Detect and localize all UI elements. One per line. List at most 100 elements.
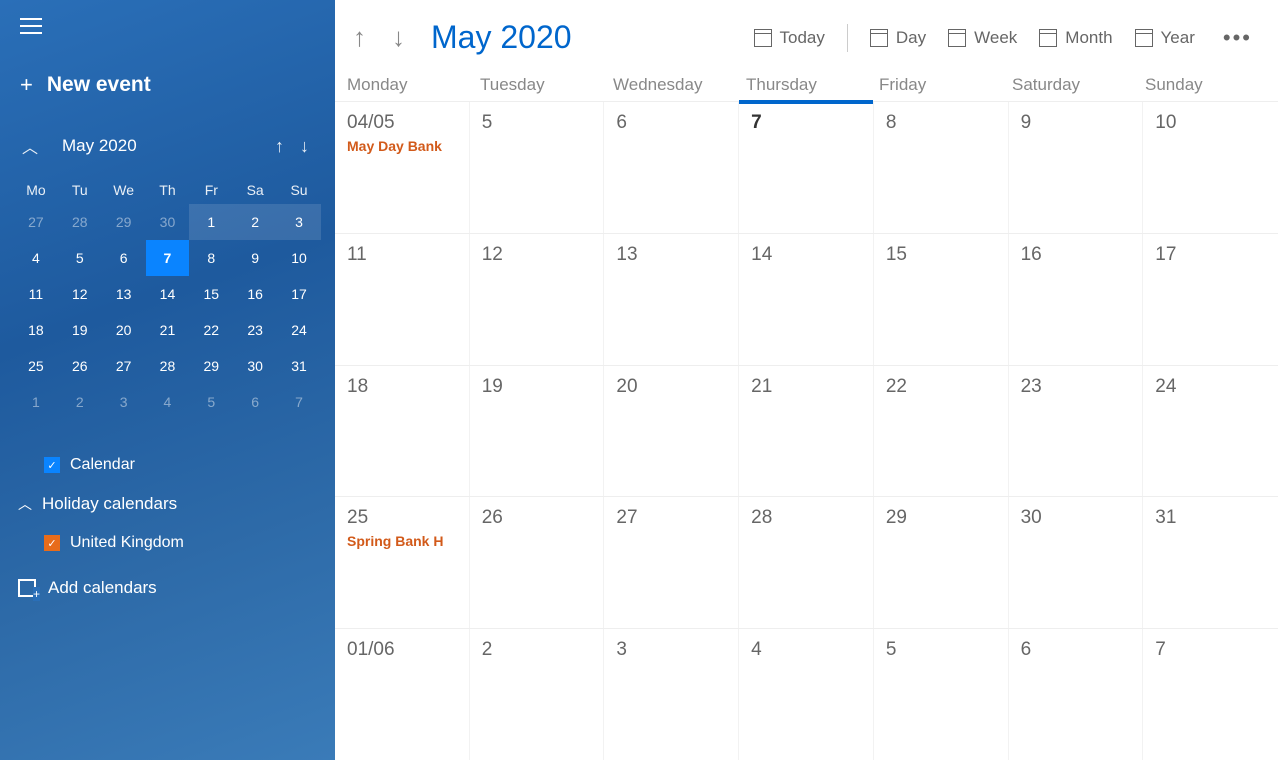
day-cell[interactable]: 26 xyxy=(470,497,605,628)
day-cell[interactable]: 10 xyxy=(1143,102,1278,233)
mini-day-cell[interactable]: 6 xyxy=(102,240,146,276)
mini-day-cell[interactable]: 29 xyxy=(189,348,233,384)
mini-day-cell[interactable]: 1 xyxy=(189,204,233,240)
mini-day-cell[interactable]: 15 xyxy=(189,276,233,312)
calendar-group-holiday[interactable]: ︿ Holiday calendars xyxy=(14,482,321,526)
day-cell[interactable]: 29 xyxy=(874,497,1009,628)
prev-month-icon[interactable]: ↑ xyxy=(345,18,374,57)
hamburger-icon[interactable] xyxy=(20,18,42,34)
mini-day-cell[interactable]: 13 xyxy=(102,276,146,312)
mini-day-cell[interactable]: 19 xyxy=(58,312,102,348)
day-cell[interactable]: 01/06 xyxy=(335,629,470,760)
year-view-button[interactable]: Year xyxy=(1135,28,1195,48)
mini-day-cell[interactable]: 5 xyxy=(189,384,233,420)
mini-day-cell[interactable]: 7 xyxy=(277,384,321,420)
checkbox-icon[interactable]: ✓ xyxy=(44,535,60,551)
day-cell[interactable]: 2 xyxy=(470,629,605,760)
mini-day-cell[interactable]: 24 xyxy=(277,312,321,348)
mini-day-cell[interactable]: 18 xyxy=(14,312,58,348)
day-view-button[interactable]: Day xyxy=(870,28,926,48)
day-cell[interactable]: 19 xyxy=(470,366,605,497)
day-cell[interactable]: 5 xyxy=(470,102,605,233)
mini-day-cell[interactable]: 17 xyxy=(277,276,321,312)
mini-day-cell[interactable]: 2 xyxy=(233,204,277,240)
day-cell[interactable]: 04/05May Day Bank xyxy=(335,102,470,233)
mini-day-cell[interactable]: 27 xyxy=(102,348,146,384)
day-cell[interactable]: 15 xyxy=(874,234,1009,365)
day-cell[interactable]: 27 xyxy=(604,497,739,628)
mini-day-cell[interactable]: 7 xyxy=(146,240,190,276)
mini-day-cell[interactable]: 11 xyxy=(14,276,58,312)
day-cell[interactable]: 20 xyxy=(604,366,739,497)
mini-day-cell[interactable]: 28 xyxy=(146,348,190,384)
calendar-item-uk[interactable]: ✓ United Kingdom xyxy=(14,526,321,560)
day-cell[interactable]: 28 xyxy=(739,497,874,628)
day-cell[interactable]: 8 xyxy=(874,102,1009,233)
day-cell[interactable]: 12 xyxy=(470,234,605,365)
day-cell[interactable]: 6 xyxy=(604,102,739,233)
checkbox-icon[interactable]: ✓ xyxy=(44,457,60,473)
day-cell[interactable]: 16 xyxy=(1009,234,1144,365)
day-cell[interactable]: 24 xyxy=(1143,366,1278,497)
day-cell[interactable]: 31 xyxy=(1143,497,1278,628)
mini-day-cell[interactable]: 14 xyxy=(146,276,190,312)
day-cell[interactable]: 7 xyxy=(739,102,874,233)
new-event-button[interactable]: + New event xyxy=(20,72,321,98)
month-view-button[interactable]: Month xyxy=(1039,28,1112,48)
mini-day-cell[interactable]: 27 xyxy=(14,204,58,240)
add-calendars-button[interactable]: Add calendars xyxy=(14,566,321,610)
mini-next-arrow-icon[interactable]: ↓ xyxy=(300,136,309,157)
day-cell[interactable]: 3 xyxy=(604,629,739,760)
mini-day-cell[interactable]: 20 xyxy=(102,312,146,348)
day-cell[interactable]: 14 xyxy=(739,234,874,365)
next-month-icon[interactable]: ↓ xyxy=(384,18,413,57)
mini-day-cell[interactable]: 6 xyxy=(233,384,277,420)
day-cell[interactable]: 18 xyxy=(335,366,470,497)
mini-day-cell[interactable]: 25 xyxy=(14,348,58,384)
day-cell[interactable]: 17 xyxy=(1143,234,1278,365)
today-button[interactable]: Today xyxy=(754,28,825,48)
mini-day-cell[interactable]: 16 xyxy=(233,276,277,312)
mini-day-cell[interactable]: 8 xyxy=(189,240,233,276)
mini-day-cell[interactable]: 22 xyxy=(189,312,233,348)
day-cell[interactable]: 21 xyxy=(739,366,874,497)
day-cell[interactable]: 23 xyxy=(1009,366,1144,497)
day-cell[interactable]: 6 xyxy=(1009,629,1144,760)
mini-day-cell[interactable]: 3 xyxy=(102,384,146,420)
event-label[interactable]: Spring Bank H xyxy=(347,533,457,549)
mini-day-cell[interactable]: 26 xyxy=(58,348,102,384)
mini-day-cell[interactable]: 4 xyxy=(146,384,190,420)
mini-day-cell[interactable]: 5 xyxy=(58,240,102,276)
mini-prev-arrow-icon[interactable]: ↑ xyxy=(275,136,284,157)
mini-day-cell[interactable]: 31 xyxy=(277,348,321,384)
day-cell[interactable]: 30 xyxy=(1009,497,1144,628)
event-label[interactable]: May Day Bank xyxy=(347,138,457,154)
day-cell[interactable]: 22 xyxy=(874,366,1009,497)
day-cell[interactable]: 4 xyxy=(739,629,874,760)
mini-day-cell[interactable]: 10 xyxy=(277,240,321,276)
more-button[interactable]: ••• xyxy=(1223,25,1252,51)
calendar-item-primary[interactable]: ✓ Calendar xyxy=(14,448,321,482)
mini-day-cell[interactable]: 21 xyxy=(146,312,190,348)
mini-day-cell[interactable]: 30 xyxy=(146,204,190,240)
mini-month-label[interactable]: May 2020 xyxy=(62,136,275,156)
day-cell[interactable]: 25Spring Bank H xyxy=(335,497,470,628)
day-number: 4 xyxy=(751,639,861,661)
mini-day-cell[interactable]: 3 xyxy=(277,204,321,240)
day-cell[interactable]: 7 xyxy=(1143,629,1278,760)
mini-day-cell[interactable]: 23 xyxy=(233,312,277,348)
mini-day-cell[interactable]: 30 xyxy=(233,348,277,384)
mini-day-cell[interactable]: 4 xyxy=(14,240,58,276)
mini-day-cell[interactable]: 28 xyxy=(58,204,102,240)
mini-day-cell[interactable]: 9 xyxy=(233,240,277,276)
day-cell[interactable]: 9 xyxy=(1009,102,1144,233)
mini-day-cell[interactable]: 12 xyxy=(58,276,102,312)
mini-day-cell[interactable]: 2 xyxy=(58,384,102,420)
mini-day-cell[interactable]: 29 xyxy=(102,204,146,240)
day-cell[interactable]: 13 xyxy=(604,234,739,365)
mini-day-cell[interactable]: 1 xyxy=(14,384,58,420)
day-cell[interactable]: 5 xyxy=(874,629,1009,760)
chevron-up-icon[interactable]: ︿ xyxy=(18,130,42,162)
day-cell[interactable]: 11 xyxy=(335,234,470,365)
week-view-button[interactable]: Week xyxy=(948,28,1017,48)
